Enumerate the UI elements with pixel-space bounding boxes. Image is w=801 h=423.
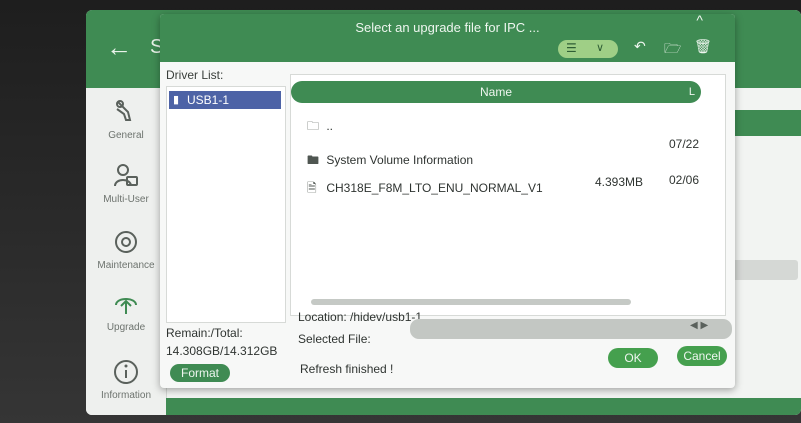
sidebar-item-label: Information xyxy=(100,390,152,401)
upgrade-icon xyxy=(115,298,137,314)
folder-icon: 🖿 xyxy=(307,153,320,167)
status-text: Refresh finished ! xyxy=(300,362,394,376)
info-icon xyxy=(114,360,138,384)
location-path: Location: /hidev/usb1-1 xyxy=(298,310,423,324)
background-field xyxy=(728,260,798,280)
file-size: 4.393MB xyxy=(595,175,644,189)
sidebar-item-label: Maintenance xyxy=(97,260,155,271)
selected-file-field[interactable] xyxy=(410,319,732,339)
horizontal-scrollbar[interactable] xyxy=(311,299,631,305)
view-mode-dropdown[interactable]: ☰ ∨ xyxy=(558,40,618,58)
selected-file-label: Selected File: xyxy=(298,332,371,346)
dialog-header: Select an upgrade file for IPC ... ^ ☰ ∨… xyxy=(160,14,735,62)
driver-list-label: Driver List: xyxy=(166,68,224,82)
delete-icon[interactable]: 🗑 xyxy=(694,38,712,55)
driver-item-usb1-1[interactable]: ▮ USB1-1 xyxy=(169,91,281,109)
sidebar-item-label: Multi-User xyxy=(103,194,149,205)
format-button[interactable]: Format xyxy=(170,364,230,382)
cancel-button[interactable]: Cancel xyxy=(677,346,727,366)
folder-up-icon: 🗀 xyxy=(307,119,320,133)
collapse-button[interactable]: ^ xyxy=(696,14,703,28)
list-item[interactable]: 🗀 .. xyxy=(307,117,333,138)
sidebar-item-maintenance[interactable]: Maintenance xyxy=(86,228,166,271)
list-view-icon: ☰ xyxy=(566,41,577,55)
list-item[interactable]: 🖿 System Volume Information xyxy=(307,151,473,172)
sidebar-item-general[interactable]: General xyxy=(86,98,166,141)
bottom-strip xyxy=(166,398,801,415)
remain-total-label: Remain:/Total: xyxy=(166,326,243,340)
column-header-name[interactable]: Name L xyxy=(291,81,701,103)
sidebar-item-label: General xyxy=(108,130,144,141)
scroll-arrows-icon[interactable]: ◀ ▶ xyxy=(690,320,708,331)
maintenance-gear-icon xyxy=(115,231,137,253)
go-up-icon[interactable]: ↶ xyxy=(634,38,646,55)
dialog-title: Select an upgrade file for IPC ... xyxy=(355,20,540,35)
sidebar-item-multi-user[interactable]: Multi-User xyxy=(86,162,166,205)
column-header-corner: L xyxy=(688,86,695,98)
file-list: Name L 🗀 .. 🖿 System Volume Information … xyxy=(290,74,726,316)
sidebar-item-upgrade[interactable]: Upgrade xyxy=(86,290,166,333)
multi-user-icon xyxy=(114,164,138,187)
file-date: 07/22 xyxy=(669,137,700,151)
ok-button[interactable]: OK xyxy=(608,348,658,368)
sidebar-item-information[interactable]: Information xyxy=(86,358,166,401)
remain-total-value: 14.308GB/14.312GB xyxy=(166,344,278,358)
file-date: 02/06 xyxy=(669,173,700,187)
sidebar-item-label: Upgrade xyxy=(106,322,146,333)
background-row-band xyxy=(726,110,801,136)
file-name: System Volume Information xyxy=(326,153,474,167)
upgrade-file-dialog: Select an upgrade file for IPC ... ^ ☰ ∨… xyxy=(160,14,735,388)
list-item[interactable]: 🗎 CH318E_F8M_LTO_ENU_NORMAL_V1 xyxy=(307,179,543,200)
file-icon: 🗎 xyxy=(307,181,317,195)
driver-list: ▮ USB1-1 xyxy=(166,86,286,323)
new-folder-icon[interactable]: 🗁 xyxy=(664,38,681,62)
file-name: CH318E_F8M_LTO_ENU_NORMAL_V1 xyxy=(326,181,543,195)
back-arrow-icon[interactable]: ← xyxy=(106,32,132,63)
driver-item-label: USB1-1 xyxy=(187,93,230,107)
wrench-icon xyxy=(116,100,132,121)
usb-drive-icon: ▮ xyxy=(173,94,180,106)
column-header-label: Name xyxy=(479,85,512,99)
sidebar: General Multi-User Maintenance Upgrade I… xyxy=(86,88,167,415)
chevron-down-icon: ∨ xyxy=(596,42,605,54)
file-name: .. xyxy=(326,119,334,133)
